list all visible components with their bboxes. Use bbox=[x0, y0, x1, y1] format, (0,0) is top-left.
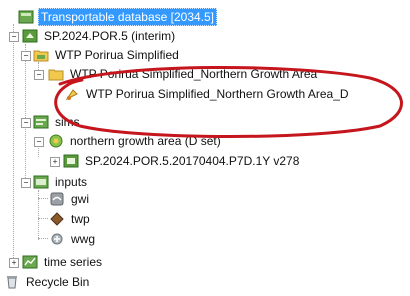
annotation-ellipse bbox=[54, 65, 403, 138]
